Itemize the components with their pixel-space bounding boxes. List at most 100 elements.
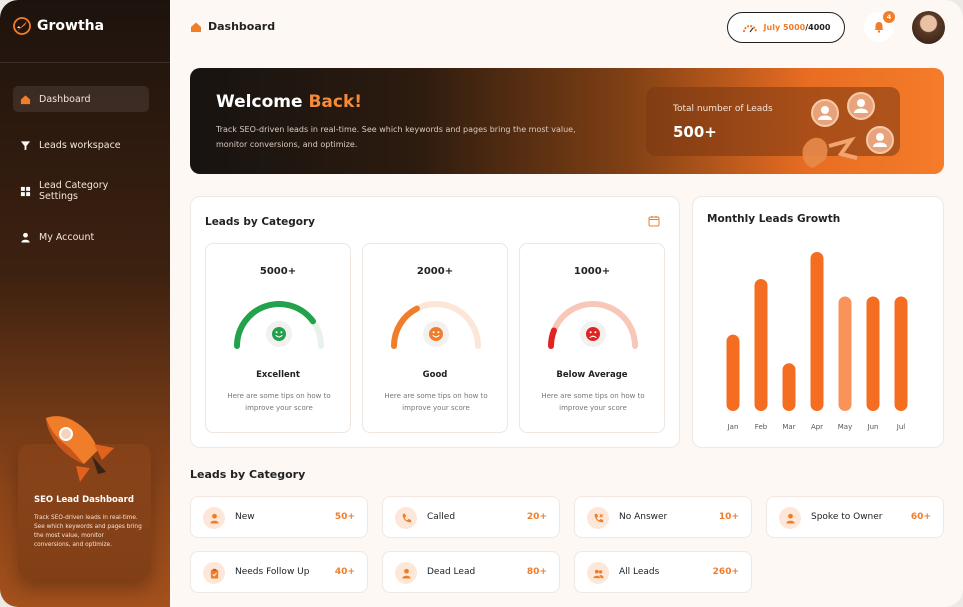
category-label: All Leads <box>619 567 660 577</box>
sidebar-item-my-account[interactable]: My Account <box>13 224 149 250</box>
lead-category-spoke-to-owner[interactable]: Spoke to Owner 60+ <box>766 496 944 538</box>
plan-month: July <box>763 23 781 32</box>
users-icon <box>592 569 604 578</box>
brand[interactable]: Growtha <box>12 16 104 36</box>
sidebar-item-label: Leads workspace <box>39 139 121 151</box>
brand-name: Growtha <box>37 18 105 34</box>
gauge-card-below-average[interactable]: 1000+ Below Average Here are some tips o… <box>519 243 665 433</box>
category-icon-wrap <box>779 507 801 529</box>
bar-jul <box>894 296 908 411</box>
monthly-leads-bar-chart: Jan Feb Mar Apr May Jun Jul <box>726 252 908 431</box>
sidebar-item-lead-category-settings[interactable]: Lead Category Settings <box>13 178 149 204</box>
welcome-banner: Welcome Back! Track SEO-driven leads in … <box>190 68 944 174</box>
bar-jan <box>726 334 740 411</box>
section-title: Leads by Category <box>190 468 306 481</box>
sidebar-item-leads-workspace[interactable]: Leads workspace <box>13 132 149 158</box>
phone-missed-icon <box>594 513 603 522</box>
gauge-fill <box>548 327 557 349</box>
avatar[interactable] <box>912 11 945 44</box>
category-count: 60+ <box>910 512 931 522</box>
lead-category-new[interactable]: New 50+ <box>190 496 368 538</box>
smile-face-icon <box>429 327 443 341</box>
rocket-logo-icon <box>13 17 31 35</box>
category-label: No Answer <box>619 512 668 522</box>
category-label: Needs Follow Up <box>235 567 310 577</box>
leads-magnet-illustration-icon <box>802 92 894 168</box>
plan-used: 5000 <box>782 23 806 32</box>
category-icon-wrap <box>587 507 609 529</box>
face-eye <box>589 331 592 334</box>
leads-by-category-panel: Leads by Category 5000+ Excellent Here a… <box>190 196 680 448</box>
sidebar-item-dashboard[interactable]: Dashboard <box>13 86 149 112</box>
x-tick-label: Feb <box>755 423 768 431</box>
face-eye <box>275 331 278 334</box>
top-bar: Dashboard July 5000/4000 4 <box>170 0 963 56</box>
speedometer-icon <box>742 24 757 32</box>
home-icon <box>20 94 31 104</box>
gauge-tip: Here are some tips on how to improve you… <box>227 392 331 412</box>
sidebar-item-label: My Account <box>39 231 95 243</box>
bar-mar <box>782 363 796 411</box>
lead-category-all-leads[interactable]: All Leads 260+ <box>574 551 752 593</box>
category-icon-wrap <box>395 562 417 584</box>
plan-limit: /4000 <box>805 23 831 32</box>
gauge-card-excellent[interactable]: 5000+ Excellent Here are some tips on ho… <box>205 243 351 433</box>
grid-icon <box>20 186 31 196</box>
gauge-value: 5000+ <box>259 266 297 277</box>
app-window: Growtha Dashboard Leads workspace Lead C… <box>0 0 963 607</box>
frown-face-icon <box>586 327 600 341</box>
sidebar-divider <box>0 62 170 63</box>
gauge-fill <box>391 305 420 349</box>
monthly-leads-growth-panel: Monthly Leads Growth Jan Feb Mar Apr May Jun J… <box>692 196 944 448</box>
gauge-label: Excellent <box>256 370 300 380</box>
promo-title: SEO Lead Dashboard <box>34 495 134 505</box>
sidebar-nav: Dashboard Leads workspace Lead Category … <box>13 86 149 270</box>
phone-icon <box>402 513 411 522</box>
gauge-chart <box>548 301 638 349</box>
face-eye <box>432 331 435 334</box>
bar-jun <box>866 296 880 411</box>
category-count: 80+ <box>526 567 547 577</box>
welcome-title-b: Back! <box>308 92 363 112</box>
promo-text: Track SEO-driven leads in real-time. See… <box>34 515 142 548</box>
gauge-tip: Here are some tips on how to improve you… <box>541 392 645 412</box>
notification-count-badge: 4 <box>883 11 895 23</box>
breadcrumb: Dashboard <box>190 20 275 33</box>
lead-category-no-answer[interactable]: No Answer 10+ <box>574 496 752 538</box>
category-count: 50+ <box>334 512 355 522</box>
category-label: Spoke to Owner <box>811 512 883 522</box>
gauge-chart <box>391 301 481 349</box>
lead-category-dead-lead[interactable]: Dead Lead 80+ <box>382 551 560 593</box>
category-count: 20+ <box>526 512 547 522</box>
gauge-value: 2000+ <box>416 266 454 277</box>
gauge-chart <box>234 301 324 349</box>
x-tick-label: Jun <box>867 423 879 431</box>
x-tick-label: Mar <box>782 423 795 431</box>
category-count: 40+ <box>334 567 355 577</box>
lead-category-needs-follow-up[interactable]: Needs Follow Up 40+ <box>190 551 368 593</box>
category-icon-wrap <box>203 562 225 584</box>
bell-icon <box>874 22 884 33</box>
calendar-icon[interactable] <box>648 215 660 227</box>
welcome-subtitle: Track SEO-driven leads in real-time. See… <box>216 125 576 149</box>
user-icon <box>785 513 795 524</box>
bar-apr <box>810 252 824 411</box>
category-count: 10+ <box>718 512 739 522</box>
x-tick-label: Jul <box>896 423 906 431</box>
x-tick-label: Jan <box>727 423 739 431</box>
lead-category-called[interactable]: Called 20+ <box>382 496 560 538</box>
bar-may <box>838 296 852 411</box>
sidebar-item-label: Dashboard <box>39 93 91 105</box>
bar-feb <box>754 279 768 411</box>
welcome-title: Welcome Back! <box>216 92 362 112</box>
smile-face-icon <box>272 327 286 341</box>
category-label: Dead Lead <box>427 567 476 577</box>
gauge-value: 1000+ <box>573 266 611 277</box>
gauge-tip: Here are some tips on how to improve you… <box>384 392 488 412</box>
category-icon-wrap <box>587 562 609 584</box>
rocket-illustration-icon <box>46 416 114 482</box>
gauge-card-good[interactable]: 2000+ Good Here are some tips on how to … <box>362 243 508 433</box>
face-eye <box>437 331 440 334</box>
total-leads-value: 500+ <box>673 123 717 141</box>
plan-usage-pill[interactable]: July 5000/4000 <box>727 12 845 43</box>
